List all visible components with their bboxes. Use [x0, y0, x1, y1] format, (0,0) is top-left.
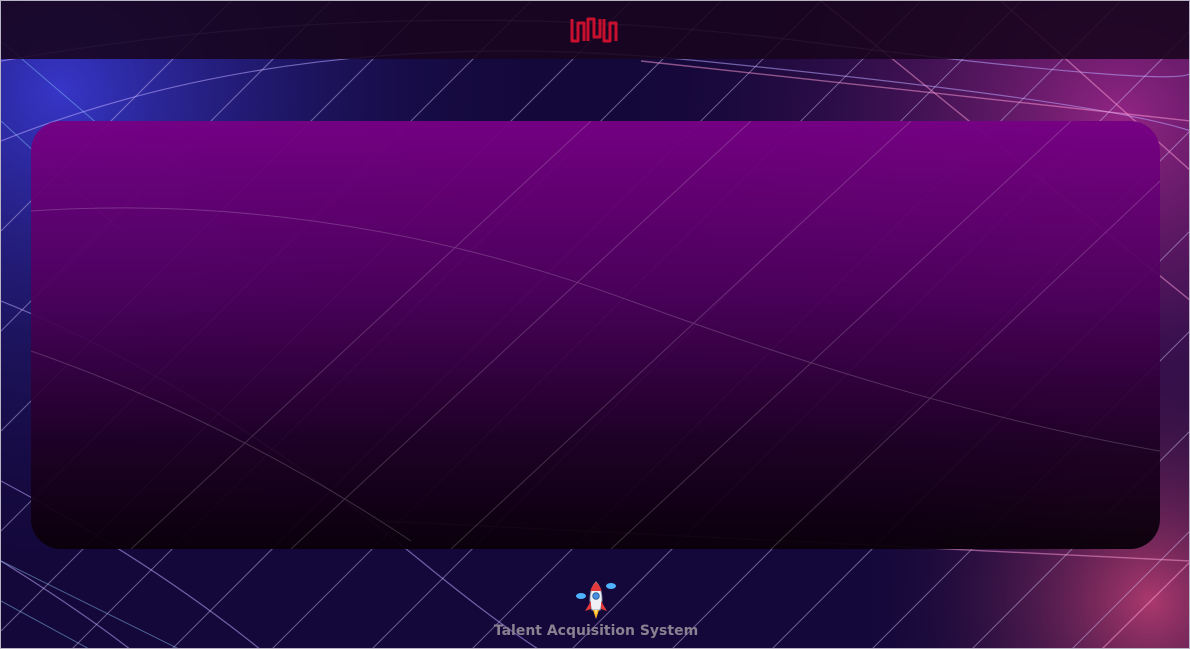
page: Talent Acquisition System — [0, 0, 1190, 649]
rocket-icon — [576, 581, 616, 619]
main-content-panel — [31, 121, 1160, 549]
footer-title: Talent Acquisition System — [493, 623, 699, 639]
footer: Talent Acquisition System — [1, 579, 1189, 639]
panel-background-lines — [31, 121, 1160, 549]
top-bar — [1, 1, 1189, 59]
company-logo[interactable] — [569, 13, 619, 47]
